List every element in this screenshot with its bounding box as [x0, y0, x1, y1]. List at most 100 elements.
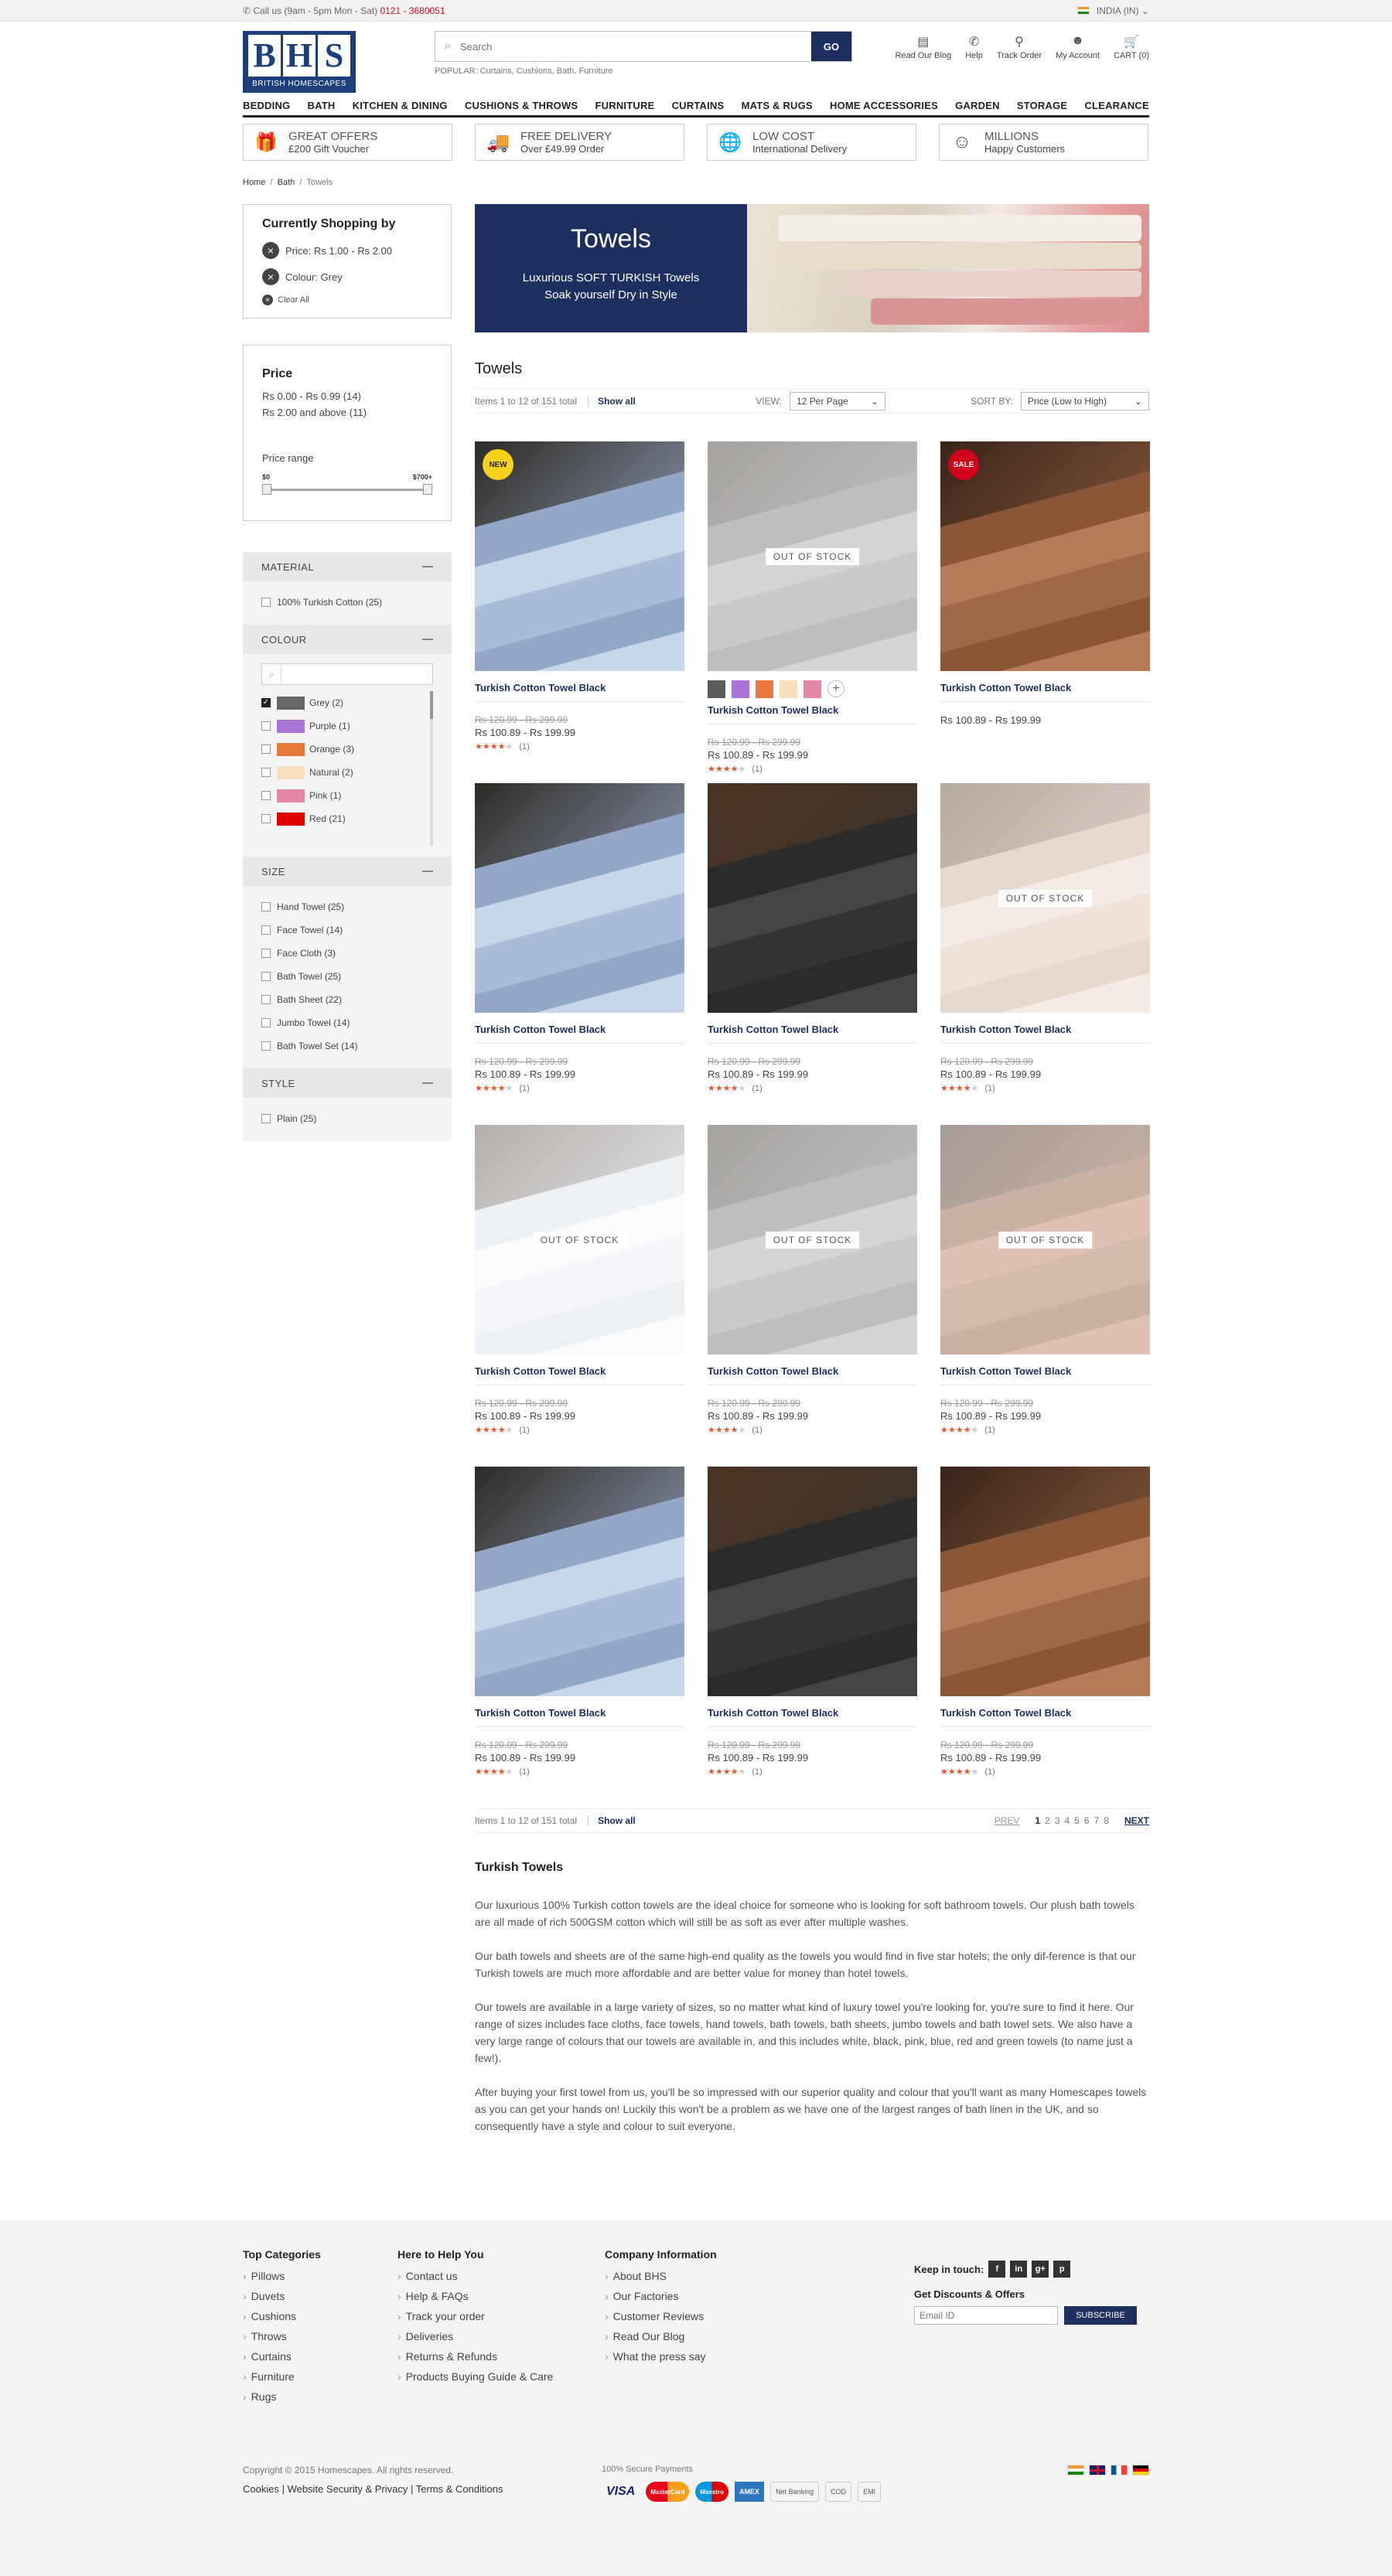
- checkbox[interactable]: [261, 768, 271, 777]
- product-image[interactable]: [475, 783, 684, 1013]
- checkbox[interactable]: [261, 814, 271, 823]
- footer-link[interactable]: Help & FAQs: [397, 2290, 605, 2310]
- cart-link[interactable]: 🛒 CART (0): [1114, 34, 1149, 60]
- product-name[interactable]: Turkish Cotton Towel Black: [940, 1707, 1150, 1727]
- review-count[interactable]: (1): [519, 1767, 529, 1777]
- checkbox[interactable]: [261, 972, 271, 981]
- show-all-link[interactable]: Show all: [588, 1815, 636, 1826]
- product-image[interactable]: [940, 1467, 1150, 1696]
- product-card[interactable]: OUT OF STOCK Turkish Cotton Towel Black Rs…: [708, 1125, 917, 1467]
- subscribe-button[interactable]: SUBSCRIBE: [1064, 2306, 1137, 2325]
- germany-flag-icon[interactable]: [1132, 2465, 1149, 2475]
- nav-item[interactable]: CURTAINS: [672, 100, 725, 111]
- review-count[interactable]: (1): [984, 1426, 995, 1435]
- nav-item[interactable]: BEDDING: [243, 100, 290, 111]
- checkbox[interactable]: [261, 902, 271, 911]
- clear-all-link[interactable]: × Clear All: [262, 295, 432, 305]
- checkbox[interactable]: [261, 949, 271, 958]
- product-card[interactable]: OUT OF STOCK Turkish Cotton Towel Black Rs…: [940, 783, 1150, 1125]
- india-flag-icon[interactable]: [1067, 2465, 1084, 2475]
- size-option[interactable]: Bath Towel (25): [261, 965, 433, 988]
- colour-option[interactable]: Orange (3): [261, 738, 433, 761]
- product-image[interactable]: OUT OF STOCK: [940, 783, 1150, 1013]
- colour-facet-header[interactable]: COLOUR: [243, 625, 452, 654]
- checkbox[interactable]: [261, 791, 271, 800]
- product-image[interactable]: OUT OF STOCK: [940, 1125, 1150, 1354]
- review-count[interactable]: (1): [519, 1426, 529, 1435]
- page-number[interactable]: 2: [1045, 1815, 1050, 1826]
- review-count[interactable]: (1): [519, 1084, 529, 1093]
- product-name[interactable]: Turkish Cotton Towel Black: [708, 1365, 917, 1385]
- colour-swatch[interactable]: [732, 680, 749, 698]
- colour-option[interactable]: Natural (2): [261, 761, 433, 784]
- review-count[interactable]: (1): [984, 1767, 995, 1777]
- my-account-link[interactable]: ☻ My Account: [1056, 34, 1100, 60]
- linkedin-icon[interactable]: in: [1010, 2261, 1028, 2278]
- product-card[interactable]: Turkish Cotton Towel Black Rs 120.99 - Rs…: [475, 783, 684, 1125]
- review-count[interactable]: (1): [752, 1426, 762, 1435]
- price-range-slider[interactable]: $0 $700+: [262, 473, 432, 496]
- colour-option[interactable]: Red (21): [261, 807, 433, 830]
- page-number[interactable]: 7: [1094, 1815, 1100, 1826]
- colour-option[interactable]: ✓ Grey (2): [261, 691, 433, 714]
- product-image[interactable]: [475, 1467, 684, 1696]
- footer-link[interactable]: Rugs: [243, 2390, 397, 2411]
- product-image[interactable]: [708, 783, 917, 1013]
- checkbox[interactable]: [261, 1018, 271, 1027]
- style-option[interactable]: Plain (25): [261, 1107, 433, 1130]
- product-card[interactable]: Turkish Cotton Towel Black Rs 120.99 - Rs…: [940, 1467, 1150, 1808]
- bhs-logo[interactable]: B H S BRITISH HOMESCAPES: [243, 31, 356, 93]
- product-card[interactable]: Turkish Cotton Towel Black Rs 120.99 - Rs…: [708, 1467, 917, 1808]
- nav-item[interactable]: GARDEN: [955, 100, 1000, 111]
- nav-item[interactable]: STORAGE: [1017, 100, 1067, 111]
- footer-link[interactable]: Cushions: [243, 2310, 397, 2330]
- size-option[interactable]: Bath Sheet (22): [261, 988, 433, 1011]
- review-count[interactable]: (1): [752, 1767, 762, 1777]
- slider-min-handle[interactable]: [262, 484, 271, 495]
- footer-link[interactable]: Track your order: [397, 2310, 605, 2330]
- show-all-link[interactable]: Show all: [588, 396, 636, 407]
- checkbox[interactable]: [261, 745, 271, 754]
- nav-item[interactable]: CLEARANCE: [1084, 100, 1148, 111]
- france-flag-icon[interactable]: [1111, 2465, 1128, 2475]
- product-card[interactable]: Turkish Cotton Towel Black Rs 120.99 - Rs…: [708, 783, 917, 1125]
- footer-legal-links[interactable]: Cookies | Website Security & Privacy | T…: [243, 2483, 602, 2495]
- checkbox[interactable]: [261, 1114, 271, 1123]
- footer-link[interactable]: Duvets: [243, 2290, 397, 2310]
- sort-select[interactable]: Price (Low to High) ⌄: [1021, 392, 1149, 411]
- footer-link[interactable]: Returns & Refunds: [397, 2350, 605, 2370]
- page-number[interactable]: 5: [1074, 1815, 1080, 1826]
- page-number[interactable]: 8: [1104, 1815, 1109, 1826]
- uk-flag-icon[interactable]: [1089, 2465, 1106, 2475]
- colour-option[interactable]: Purple (1): [261, 714, 433, 738]
- colour-search-input[interactable]: [281, 664, 432, 684]
- offer-great-offers[interactable]: 🎁 GREAT OFFERS £200 Gift Voucher: [243, 124, 452, 161]
- checkbox[interactable]: [261, 598, 271, 607]
- footer-link[interactable]: Our Factories: [605, 2290, 914, 2310]
- product-name[interactable]: Turkish Cotton Towel Black: [940, 1024, 1150, 1044]
- size-option[interactable]: Face Cloth (3): [261, 942, 433, 965]
- product-image[interactable]: OUT OF STOCK: [475, 1125, 684, 1354]
- email-field[interactable]: [914, 2306, 1058, 2325]
- footer-link[interactable]: Contact us: [397, 2270, 605, 2290]
- next-page-link[interactable]: NEXT: [1124, 1815, 1149, 1826]
- product-name[interactable]: Turkish Cotton Towel Black: [475, 682, 684, 702]
- remove-filter-icon[interactable]: ×: [262, 268, 279, 285]
- footer-link[interactable]: Deliveries: [397, 2330, 605, 2350]
- footer-link[interactable]: Curtains: [243, 2350, 397, 2370]
- price-option[interactable]: Rs 0.00 - Rs 0.99 (14): [262, 390, 432, 402]
- product-name[interactable]: Turkish Cotton Towel Black: [475, 1365, 684, 1385]
- product-card[interactable]: SALE Turkish Cotton Towel Black Rs 100.89 …: [940, 441, 1150, 783]
- footer-link[interactable]: Throws: [243, 2330, 397, 2350]
- size-option[interactable]: Bath Towel Set (14): [261, 1034, 433, 1058]
- footer-link[interactable]: Pillows: [243, 2270, 397, 2290]
- product-name[interactable]: Turkish Cotton Towel Black: [708, 704, 917, 724]
- footer-link[interactable]: What the press say: [605, 2350, 914, 2370]
- review-count[interactable]: (1): [752, 1084, 762, 1093]
- checkbox[interactable]: [261, 721, 271, 731]
- material-facet-header[interactable]: MATERIAL: [243, 552, 452, 581]
- product-card[interactable]: OUT OF STOCK + Turkish Cotton Towel Black R…: [708, 441, 917, 783]
- breadcrumb-home[interactable]: Home: [243, 178, 265, 187]
- page-number[interactable]: 4: [1065, 1815, 1070, 1826]
- product-image[interactable]: SALE: [940, 441, 1150, 671]
